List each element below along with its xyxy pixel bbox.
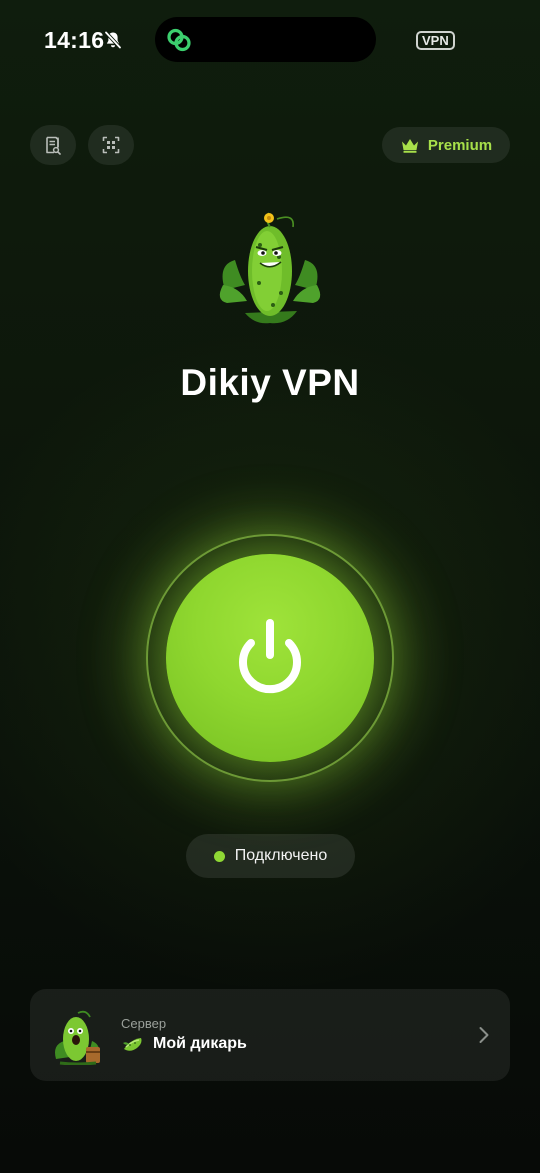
logs-button[interactable] — [30, 125, 76, 165]
cucumber-mascot — [219, 212, 321, 324]
chain-link-icon — [167, 28, 191, 52]
status-time: 14:16 — [44, 27, 105, 53]
status-bar: 14:16 VPN — [0, 0, 540, 80]
scan-button[interactable] — [88, 125, 134, 165]
vpn-status-badge: VPN — [416, 31, 455, 50]
connection-status: Подключено — [186, 834, 355, 878]
log-search-icon — [46, 136, 61, 155]
crown-icon — [401, 139, 418, 153]
cucumber-icon — [123, 1038, 142, 1051]
dynamic-island — [155, 17, 376, 62]
chevron-right-icon — [479, 1027, 489, 1043]
premium-button[interactable]: Premium — [382, 127, 510, 163]
server-caption: Сервер — [121, 1016, 167, 1031]
app-title: Dikiy VPN — [180, 362, 360, 403]
status-indicator-dot — [213, 850, 225, 862]
power-icon — [239, 619, 301, 694]
scan-icon — [102, 136, 120, 154]
server-selector[interactable]: Сервер Мой дикарь — [30, 989, 510, 1081]
power-button[interactable] — [166, 554, 374, 762]
premium-label: Premium — [427, 136, 493, 154]
server-name-row: Мой дикарь — [121, 1033, 247, 1055]
server-mascot-avatar — [55, 1010, 100, 1065]
bell-off-icon — [104, 30, 122, 50]
status-label: Подключено — [234, 847, 328, 864]
server-name: Мой дикарь — [153, 1035, 247, 1052]
